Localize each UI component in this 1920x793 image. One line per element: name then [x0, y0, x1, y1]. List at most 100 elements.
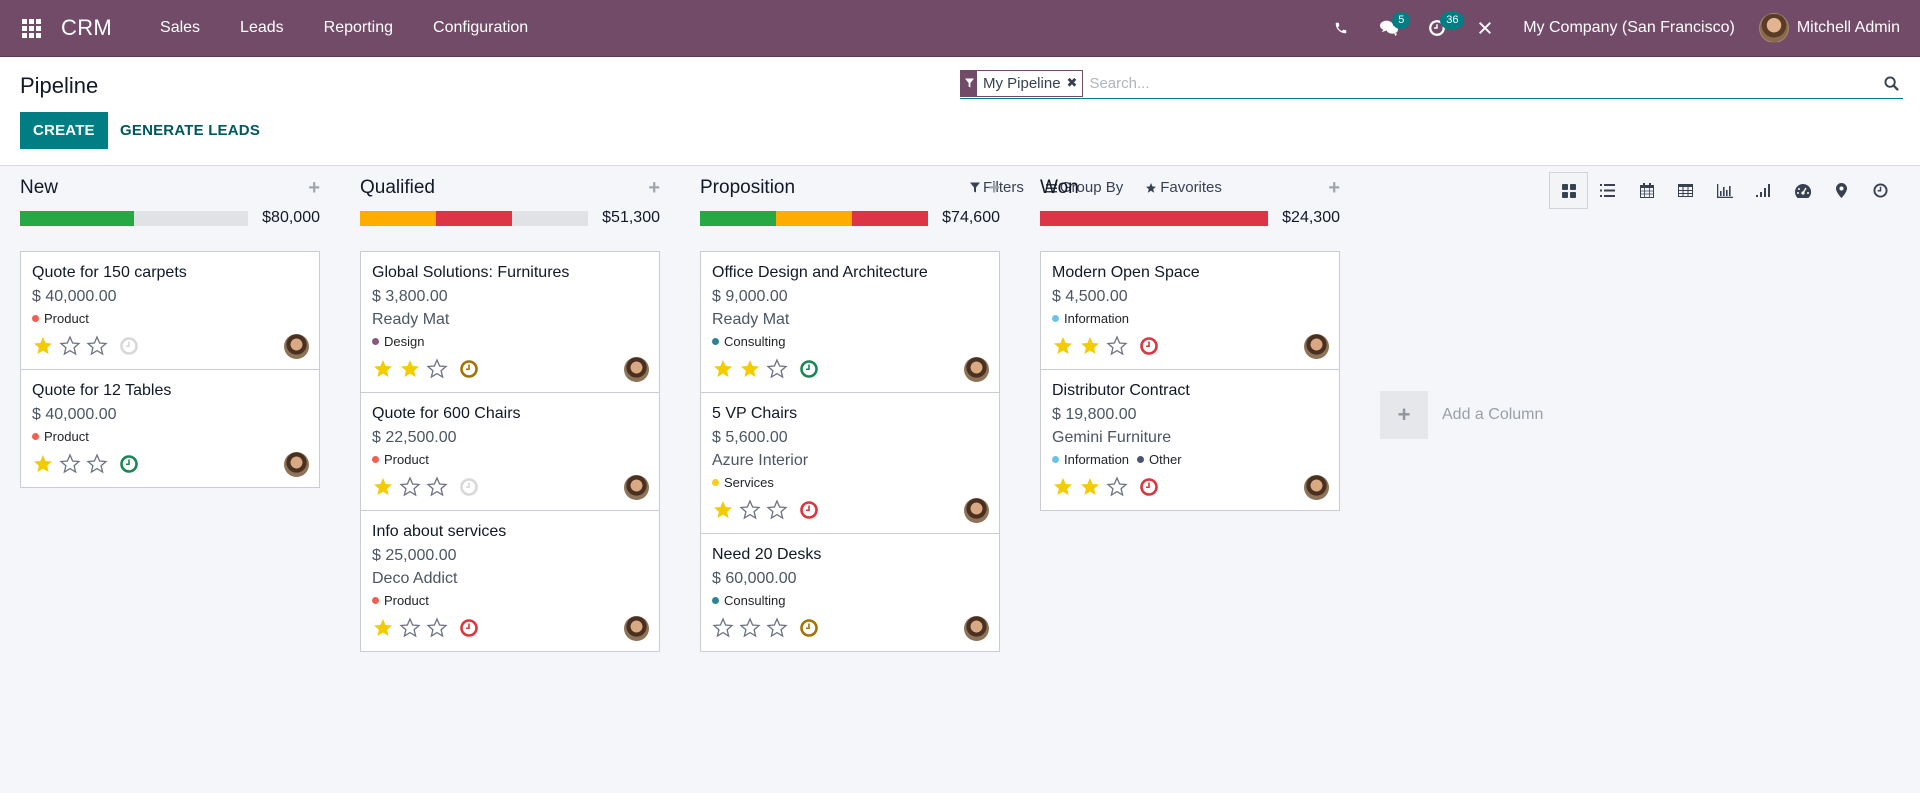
- activity-clock-icon[interactable]: [799, 618, 819, 638]
- salesperson-avatar[interactable]: [624, 615, 649, 641]
- menu-leads[interactable]: Leads: [220, 19, 304, 37]
- star-empty-icon[interactable]: [426, 617, 448, 639]
- star-empty-icon[interactable]: [739, 617, 761, 639]
- kanban-card[interactable]: Info about services $ 25,000.00 Deco Add…: [361, 510, 659, 651]
- salesperson-avatar[interactable]: [624, 474, 649, 500]
- activity-clock-icon[interactable]: [119, 454, 139, 474]
- star-empty-icon[interactable]: [59, 335, 81, 357]
- user-menu[interactable]: Mitchell Admin: [1758, 13, 1920, 43]
- card-tags: Product: [32, 429, 309, 444]
- search-icon[interactable]: [1879, 75, 1903, 91]
- star-empty-icon[interactable]: [399, 617, 421, 639]
- activity-clock-icon[interactable]: [1139, 336, 1159, 356]
- star-empty-icon[interactable]: [86, 335, 108, 357]
- star-filled-icon[interactable]: [1079, 335, 1101, 357]
- activity-clock-icon[interactable]: [459, 477, 479, 497]
- company-switcher[interactable]: My Company (San Francisco): [1509, 19, 1759, 37]
- salesperson-avatar[interactable]: [1304, 333, 1329, 359]
- star-empty-icon[interactable]: [712, 617, 734, 639]
- star-empty-icon[interactable]: [739, 499, 761, 521]
- kanban-card[interactable]: Office Design and Architecture $ 9,000.0…: [701, 252, 999, 392]
- star-empty-icon[interactable]: [766, 617, 788, 639]
- progress-segment[interactable]: [435, 210, 512, 226]
- star-empty-icon[interactable]: [86, 453, 108, 475]
- star-empty-icon[interactable]: [1106, 335, 1128, 357]
- search-input[interactable]: [1083, 74, 1879, 92]
- column-progressbar[interactable]: [700, 210, 928, 226]
- add-column-plus-icon[interactable]: +: [1380, 390, 1428, 439]
- progress-segment[interactable]: [1040, 210, 1268, 226]
- salesperson-avatar[interactable]: [1304, 474, 1329, 500]
- column-title[interactable]: Proposition: [700, 177, 795, 199]
- star-filled-icon[interactable]: [32, 453, 54, 475]
- star-filled-icon[interactable]: [399, 358, 421, 380]
- menu-sales[interactable]: Sales: [140, 19, 220, 37]
- progress-segment[interactable]: [360, 210, 436, 226]
- star-empty-icon[interactable]: [1106, 476, 1128, 498]
- kanban-card[interactable]: Distributor Contract $ 19,800.00 Gemini …: [1041, 369, 1339, 510]
- star-filled-icon[interactable]: [372, 358, 394, 380]
- salesperson-avatar[interactable]: [624, 356, 649, 382]
- column-title[interactable]: Qualified: [360, 177, 435, 199]
- facet-remove-icon[interactable]: ✖: [1067, 71, 1083, 96]
- star-filled-icon[interactable]: [32, 335, 54, 357]
- star-empty-icon[interactable]: [399, 476, 421, 498]
- column-progressbar[interactable]: [360, 210, 588, 226]
- star-empty-icon[interactable]: [766, 499, 788, 521]
- kanban-card[interactable]: Need 20 Desks $ 60,000.00 Consulting: [701, 533, 999, 651]
- progress-segment[interactable]: [20, 210, 134, 226]
- star-filled-icon[interactable]: [1079, 476, 1101, 498]
- quick-create-icon[interactable]: +: [988, 178, 1000, 198]
- kanban-card[interactable]: Quote for 150 carpets $ 40,000.00 Produc…: [21, 252, 319, 369]
- quick-create-icon[interactable]: +: [648, 178, 660, 198]
- activity-clock-icon[interactable]: [459, 359, 479, 379]
- star-empty-icon[interactable]: [426, 476, 448, 498]
- kanban-card[interactable]: Global Solutions: Furnitures $ 3,800.00 …: [361, 252, 659, 392]
- activity-clock-icon[interactable]: [799, 500, 819, 520]
- activity-clock-icon[interactable]: [459, 618, 479, 638]
- quick-create-icon[interactable]: +: [308, 178, 320, 198]
- tools-icon[interactable]: [1461, 0, 1509, 56]
- star-filled-icon[interactable]: [372, 476, 394, 498]
- star-empty-icon[interactable]: [766, 358, 788, 380]
- kanban-card[interactable]: Modern Open Space $ 4,500.00 Information: [1041, 252, 1339, 369]
- phone-icon[interactable]: [1317, 0, 1365, 56]
- create-button[interactable]: CREATE: [20, 112, 108, 149]
- salesperson-avatar[interactable]: [964, 356, 989, 382]
- add-column[interactable]: + Add a Column: [1380, 177, 1543, 652]
- kanban-card[interactable]: Quote for 600 Chairs $ 22,500.00 Product: [361, 392, 659, 510]
- column-title[interactable]: New: [20, 177, 58, 199]
- menu-configuration[interactable]: Configuration: [413, 19, 548, 37]
- column-title[interactable]: Won: [1040, 177, 1079, 199]
- star-filled-icon[interactable]: [739, 358, 761, 380]
- salesperson-avatar[interactable]: [964, 497, 989, 523]
- progress-segment[interactable]: [851, 210, 928, 226]
- star-filled-icon[interactable]: [1052, 335, 1074, 357]
- column-progressbar[interactable]: [20, 210, 248, 226]
- quick-create-icon[interactable]: +: [1328, 178, 1340, 198]
- star-filled-icon[interactable]: [712, 358, 734, 380]
- salesperson-avatar[interactable]: [284, 333, 309, 359]
- chat-icon[interactable]: 5: [1365, 0, 1413, 56]
- app-brand[interactable]: CRM: [61, 15, 112, 41]
- menu-reporting[interactable]: Reporting: [304, 19, 413, 37]
- progress-segment[interactable]: [775, 210, 852, 226]
- column-progressbar[interactable]: [1040, 210, 1268, 226]
- activity-clock-icon[interactable]: 36: [1413, 0, 1465, 56]
- star-filled-icon[interactable]: [372, 617, 394, 639]
- kanban-card[interactable]: 5 VP Chairs $ 5,600.00 Azure Interior Se…: [701, 392, 999, 533]
- salesperson-avatar[interactable]: [284, 451, 309, 477]
- apps-menu-icon[interactable]: [19, 16, 43, 40]
- star-filled-icon[interactable]: [1052, 476, 1074, 498]
- star-empty-icon[interactable]: [59, 453, 81, 475]
- activity-clock-icon[interactable]: [119, 336, 139, 356]
- generate-leads-button[interactable]: GENERATE LEADS: [108, 112, 272, 149]
- kanban-card[interactable]: Quote for 12 Tables $ 40,000.00 Product: [21, 369, 319, 487]
- star-empty-icon[interactable]: [426, 358, 448, 380]
- salesperson-avatar[interactable]: [964, 615, 989, 641]
- activity-clock-icon[interactable]: [1139, 477, 1159, 497]
- progress-segment[interactable]: [700, 210, 776, 226]
- add-column-label[interactable]: Add a Column: [1442, 406, 1543, 424]
- activity-clock-icon[interactable]: [799, 359, 819, 379]
- star-filled-icon[interactable]: [712, 499, 734, 521]
